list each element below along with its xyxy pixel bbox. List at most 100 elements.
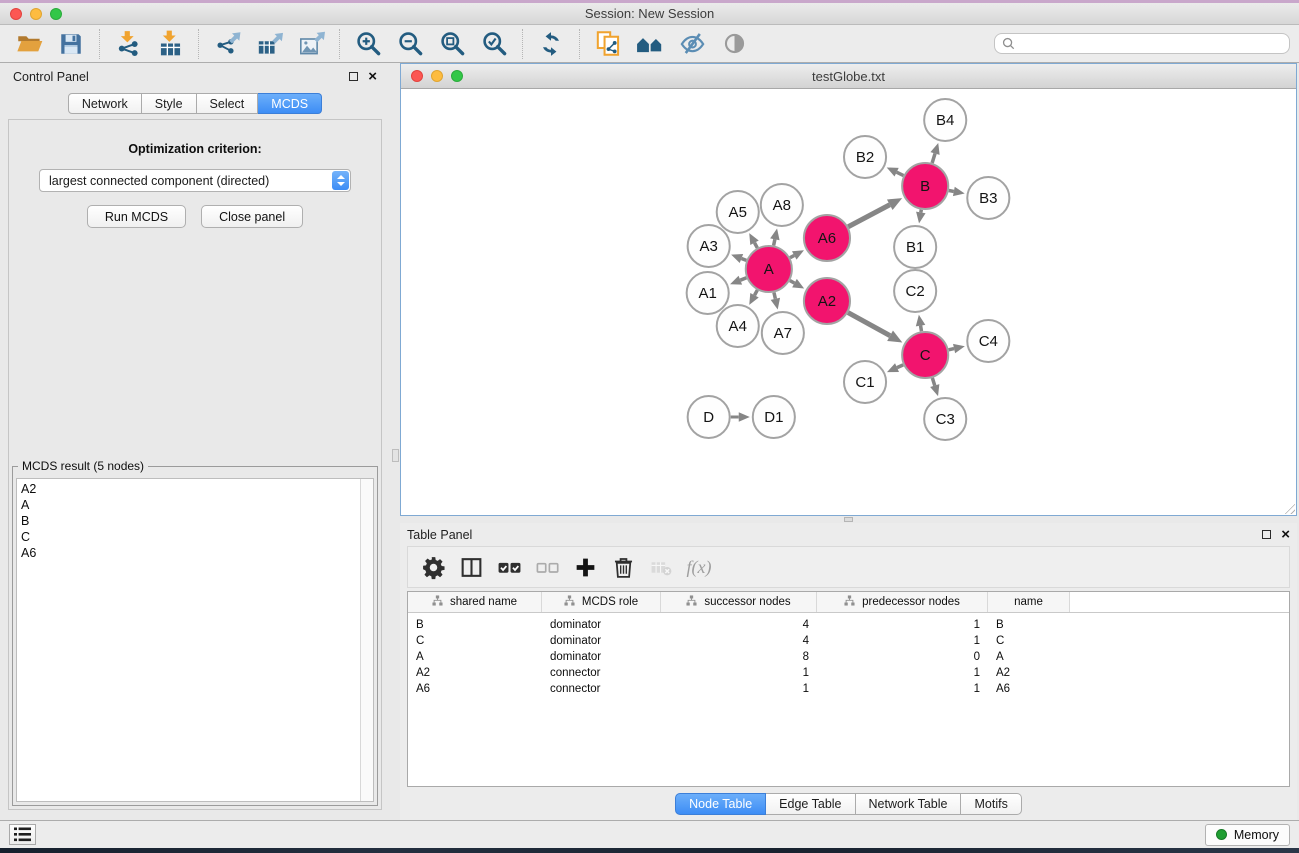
delete-row-icon[interactable] — [608, 551, 638, 583]
settings-icon[interactable] — [418, 551, 448, 583]
hide-selected-icon[interactable] — [676, 28, 708, 60]
minimize-window-icon[interactable] — [30, 8, 42, 20]
tab-mcds[interactable]: MCDS — [258, 93, 322, 114]
graph-node-B[interactable]: B — [902, 163, 948, 209]
net-close-icon[interactable] — [411, 70, 423, 82]
column-header[interactable]: shared name — [408, 592, 542, 612]
run-mcds-button[interactable]: Run MCDS — [87, 205, 186, 228]
graph-node-C1[interactable]: C1 — [844, 361, 886, 403]
net-maximize-icon[interactable] — [451, 70, 463, 82]
zoom-fit-icon[interactable] — [436, 28, 468, 60]
tab-select[interactable]: Select — [197, 93, 259, 114]
tab-network[interactable]: Network — [68, 93, 142, 114]
table-row[interactable]: Cdominator41C — [408, 633, 1289, 649]
graph-edge[interactable] — [887, 363, 903, 372]
float-panel-icon[interactable] — [349, 72, 358, 81]
float-panel-icon[interactable] — [1262, 530, 1271, 539]
graph-node-A2[interactable]: A2 — [804, 278, 850, 324]
save-session-icon[interactable] — [55, 28, 87, 60]
graph-edge[interactable] — [930, 378, 939, 396]
graph-edge[interactable] — [930, 143, 939, 163]
result-item[interactable]: C — [21, 529, 360, 545]
memory-button[interactable]: Memory — [1205, 824, 1290, 846]
graph-node-A[interactable]: A — [746, 246, 792, 292]
table-row[interactable]: A2connector11A2 — [408, 665, 1289, 681]
first-neighbors-icon[interactable] — [634, 28, 666, 60]
add-row-icon[interactable] — [570, 551, 600, 583]
network-canvas[interactable]: B4B2BB3A5A8A6A3B1AC2A1A2A4A7CC4C1C3DD1 — [401, 89, 1296, 515]
graph-edge[interactable] — [949, 344, 965, 353]
graph-edge[interactable] — [916, 315, 926, 332]
graph-edge[interactable] — [770, 229, 779, 246]
refresh-network-icon[interactable] — [535, 28, 567, 60]
graph-edge[interactable] — [790, 279, 804, 289]
result-item[interactable]: A2 — [21, 481, 360, 497]
graph-node-B1[interactable]: B1 — [894, 226, 936, 268]
graph-edge[interactable] — [771, 292, 780, 309]
table-row[interactable]: Bdominator41B — [408, 617, 1289, 633]
result-item[interactable]: A — [21, 497, 360, 513]
tab-edge-table[interactable]: Edge Table — [766, 793, 855, 815]
table-row[interactable]: A6connector11A6 — [408, 681, 1289, 697]
tab-style[interactable]: Style — [142, 93, 197, 114]
graph-edge[interactable] — [949, 187, 965, 196]
search-input[interactable] — [1019, 37, 1282, 51]
graph-node-C[interactable]: C — [902, 332, 948, 378]
graph-edge[interactable] — [887, 167, 904, 176]
result-item[interactable]: B — [21, 513, 360, 529]
graph-node-A6[interactable]: A6 — [804, 215, 850, 261]
deselect-all-icon[interactable] — [532, 551, 562, 583]
close-window-icon[interactable] — [10, 8, 22, 20]
splitter-handle[interactable] — [392, 449, 399, 462]
graph-node-D[interactable]: D — [688, 396, 730, 438]
graph-node-D1[interactable]: D1 — [753, 396, 795, 438]
zoom-selected-icon[interactable] — [478, 28, 510, 60]
column-header[interactable]: name — [988, 592, 1070, 612]
graph-edge[interactable] — [749, 233, 758, 248]
zoom-in-icon[interactable] — [352, 28, 384, 60]
graph-node-A5[interactable]: A5 — [717, 191, 759, 233]
columns-icon[interactable] — [456, 551, 486, 583]
import-network-icon[interactable] — [112, 28, 144, 60]
graph-edge[interactable] — [731, 412, 750, 422]
task-history-button[interactable] — [9, 824, 36, 845]
close-panel-icon[interactable] — [368, 72, 377, 82]
export-network-icon[interactable] — [211, 28, 243, 60]
select-stepper-icon[interactable] — [332, 171, 349, 190]
duplicate-network-icon[interactable] — [592, 28, 624, 60]
graph-node-A7[interactable]: A7 — [762, 312, 804, 354]
tab-motifs[interactable]: Motifs — [961, 793, 1021, 815]
graph-edge[interactable] — [790, 250, 804, 259]
graph-edge[interactable] — [731, 254, 746, 263]
graph-node-C2[interactable]: C2 — [894, 270, 936, 312]
result-scrollbar[interactable] — [360, 479, 373, 801]
select-all-icon[interactable] — [494, 551, 524, 583]
tab-network-table[interactable]: Network Table — [856, 793, 962, 815]
net-minimize-icon[interactable] — [431, 70, 443, 82]
graph-node-B3[interactable]: B3 — [967, 177, 1009, 219]
close-panel-icon[interactable] — [1281, 530, 1290, 540]
zoom-out-icon[interactable] — [394, 28, 426, 60]
graph-node-B4[interactable]: B4 — [924, 99, 966, 141]
graph-node-A1[interactable]: A1 — [687, 272, 729, 314]
graph-node-A4[interactable]: A4 — [717, 305, 759, 347]
graph-node-A3[interactable]: A3 — [688, 225, 730, 267]
export-image-icon[interactable] — [295, 28, 327, 60]
splitter-handle[interactable] — [844, 517, 853, 522]
horizontal-splitter[interactable] — [400, 516, 1297, 523]
tab-node-table[interactable]: Node Table — [675, 793, 766, 815]
search-box[interactable] — [994, 33, 1290, 54]
column-header[interactable]: predecessor nodes — [817, 592, 988, 612]
import-table-icon[interactable] — [154, 28, 186, 60]
maximize-window-icon[interactable] — [50, 8, 62, 20]
graph-edge[interactable] — [848, 198, 902, 227]
graph-node-B2[interactable]: B2 — [844, 136, 886, 178]
table-row[interactable]: Adominator80A — [408, 649, 1289, 665]
graph-node-A8[interactable]: A8 — [761, 184, 803, 226]
graph-edge[interactable] — [749, 290, 758, 305]
show-all-icon[interactable] — [718, 28, 750, 60]
export-table-icon[interactable] — [253, 28, 285, 60]
criterion-select[interactable]: largest connected component (directed) — [39, 169, 351, 192]
graph-node-C3[interactable]: C3 — [924, 398, 966, 440]
open-session-icon[interactable] — [13, 28, 45, 60]
